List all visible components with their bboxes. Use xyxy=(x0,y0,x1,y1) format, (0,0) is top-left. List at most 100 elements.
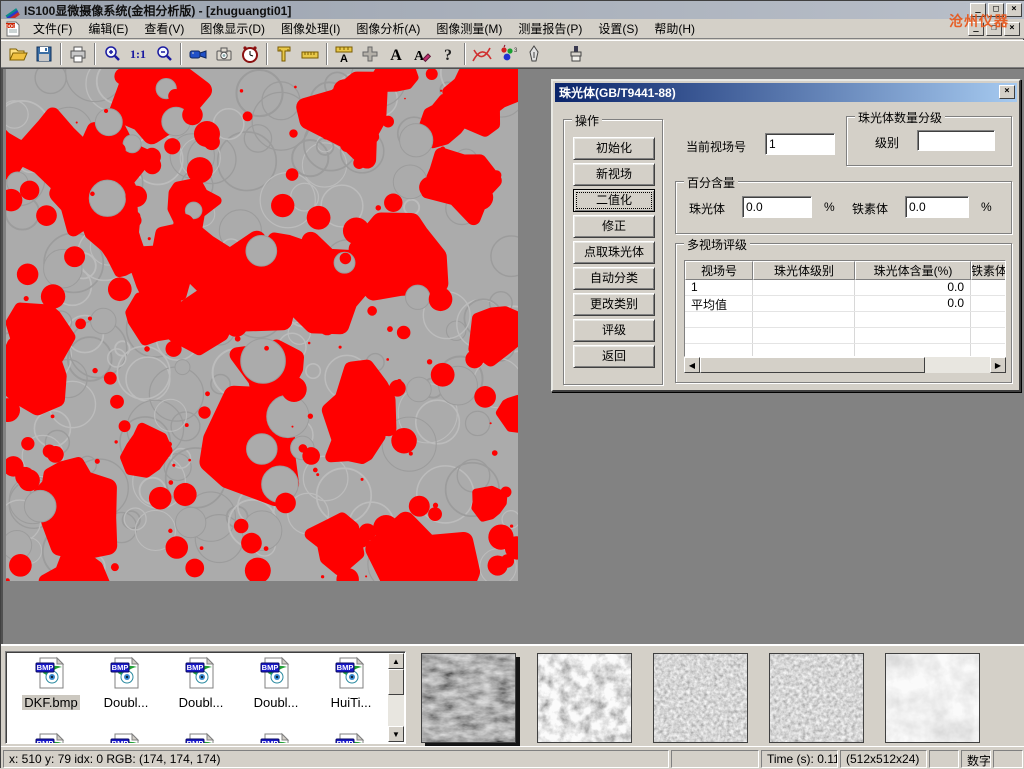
toolbar-separator xyxy=(464,43,466,65)
status-mode: 数字 xyxy=(961,750,991,768)
pearlite-label: 珠光体 xyxy=(689,200,725,217)
menu-help[interactable]: 帮助(H) xyxy=(646,18,703,39)
thumbnail[interactable] xyxy=(653,653,748,743)
dialog-title: 珠光体(GB/T9441-88) xyxy=(559,84,676,101)
window-title: IS100显微摄像系统(金相分析版) - [zhuguangti01] xyxy=(24,2,291,19)
scrollbar-thumb[interactable] xyxy=(388,669,404,695)
file-browser-panel: BMPDKF.bmp BMPDoubl... BMPDoubl... BMPDo… xyxy=(1,644,1024,746)
menu-file[interactable]: 文件(F) xyxy=(25,18,80,39)
current-field-input[interactable] xyxy=(765,133,835,155)
percent-group: 百分含量 珠光体 % 铁素体 % xyxy=(675,181,1012,234)
return-button[interactable]: 返回 xyxy=(573,345,655,368)
classify-particles-icon[interactable]: 3 xyxy=(495,42,521,66)
dialog-close-icon[interactable]: × xyxy=(999,85,1015,99)
actual-size-icon[interactable]: 1:1 xyxy=(125,42,151,66)
new-field-button[interactable]: 新视场 xyxy=(573,163,655,186)
dialog-title-bar[interactable]: 珠光体(GB/T9441-88) xyxy=(555,83,1017,102)
caliper-icon[interactable] xyxy=(271,42,297,66)
file-item[interactable]: BMP xyxy=(15,732,87,744)
svg-text:BMP: BMP xyxy=(337,663,354,672)
print-icon[interactable] xyxy=(65,42,91,66)
menu-image-display[interactable]: 图像显示(D) xyxy=(192,18,273,39)
annotate-icon[interactable]: A xyxy=(409,42,435,66)
rate-button[interactable]: 评级 xyxy=(573,319,655,342)
status-bar: x: 510 y: 79 idx: 0 RGB: (174, 174, 174)… xyxy=(1,746,1024,769)
file-item[interactable]: BMP xyxy=(90,732,162,744)
ruler-icon[interactable] xyxy=(297,42,323,66)
pearlite-value-input[interactable] xyxy=(742,196,812,218)
curve-tool-icon[interactable] xyxy=(469,42,495,66)
thumbnail[interactable] xyxy=(885,653,980,743)
file-list[interactable]: BMPDKF.bmp BMPDoubl... BMPDoubl... BMPDo… xyxy=(5,651,406,744)
rating-group-label: 多视场评级 xyxy=(684,236,750,253)
ferrite-percent-sign: % xyxy=(981,200,992,214)
capture-camera-icon[interactable] xyxy=(211,42,237,66)
timer-icon[interactable] xyxy=(237,42,263,66)
scrollbar-thumb[interactable] xyxy=(700,357,925,373)
auto-classify-button[interactable]: 自动分类 xyxy=(573,267,655,290)
title-bar[interactable]: IS100显微摄像系统(金相分析版) - [zhuguangti01] _ □ … xyxy=(1,1,1024,19)
svg-text:A: A xyxy=(340,53,348,64)
zoom-out-icon[interactable] xyxy=(151,42,177,66)
level-input[interactable] xyxy=(917,130,995,151)
table-horizontal-scrollbar[interactable]: ◀ ▶ xyxy=(684,357,1006,373)
grid-icon[interactable] xyxy=(357,42,383,66)
toolbar: 1:1 A A A ? 3 xyxy=(1,40,1024,68)
menu-image-analysis[interactable]: 图像分析(A) xyxy=(348,18,428,39)
file-item[interactable]: BMP xyxy=(315,732,387,744)
menu-report[interactable]: 测量报告(P) xyxy=(510,18,590,39)
file-item[interactable]: BMPDoubl... xyxy=(165,656,237,710)
file-item[interactable]: BMPDKF.bmp xyxy=(15,656,87,710)
menu-image-measure[interactable]: 图像测量(M) xyxy=(428,18,510,39)
save-icon[interactable] xyxy=(31,42,57,66)
scroll-right-icon[interactable]: ▶ xyxy=(990,357,1006,373)
ferrite-value-input[interactable] xyxy=(905,196,969,218)
toolbar-separator xyxy=(550,43,560,65)
pick-pearlite-button[interactable]: 点取珠光体 xyxy=(573,241,655,264)
micrograph-image[interactable] xyxy=(6,69,518,581)
scroll-up-icon[interactable]: ▲ xyxy=(388,653,404,669)
thumbnail[interactable] xyxy=(537,653,632,743)
binarize-button[interactable]: 二值化 xyxy=(573,189,655,212)
pen-tool-icon[interactable] xyxy=(521,42,547,66)
measure-text-icon[interactable]: A xyxy=(331,42,357,66)
help-icon[interactable]: ? xyxy=(435,42,461,66)
brush-tool-icon[interactable] xyxy=(563,42,589,66)
operation-group: 操作 初始化 新视场 二值化 修正 点取珠光体 自动分类 更改类别 评级 返回 xyxy=(563,119,663,385)
change-class-button[interactable]: 更改类别 xyxy=(573,293,655,316)
video-camera-icon[interactable] xyxy=(185,42,211,66)
initialize-button[interactable]: 初始化 xyxy=(573,137,655,160)
file-list-scrollbar[interactable]: ▲ ▼ xyxy=(388,653,404,742)
menu-view[interactable]: 查看(V) xyxy=(136,18,192,39)
rating-table[interactable]: 视场号 珠光体级别 珠光体含量(%) 铁素体 1 0.0 平均值 xyxy=(684,260,1006,357)
svg-text:BMP: BMP xyxy=(187,663,204,672)
status-empty xyxy=(929,750,959,768)
svg-text:A: A xyxy=(414,49,425,64)
menu-settings[interactable]: 设置(S) xyxy=(590,18,646,39)
document-icon[interactable]: DOC xyxy=(5,21,21,37)
file-item[interactable]: BMPDoubl... xyxy=(240,656,312,710)
thumbnail[interactable] xyxy=(769,653,864,743)
current-field-label: 当前视场号 xyxy=(686,138,746,155)
scroll-down-icon[interactable]: ▼ xyxy=(388,726,404,742)
svg-text:BMP: BMP xyxy=(37,739,54,744)
svg-text:?: ? xyxy=(444,47,452,64)
table-row[interactable]: 平均值 0.0 xyxy=(685,296,1005,312)
col-ferrite: 铁素体 xyxy=(971,261,1006,280)
menu-image-processing[interactable]: 图像处理(I) xyxy=(273,18,348,39)
file-item[interactable]: BMPDoubl... xyxy=(90,656,162,710)
file-item[interactable]: BMP xyxy=(240,732,312,744)
zoom-in-icon[interactable] xyxy=(99,42,125,66)
table-row[interactable]: 1 0.0 xyxy=(685,280,1005,296)
scroll-left-icon[interactable]: ◀ xyxy=(684,357,700,373)
file-item[interactable]: BMP xyxy=(165,732,237,744)
file-item[interactable]: BMPHuiTi... xyxy=(315,656,387,710)
menu-edit[interactable]: 编辑(E) xyxy=(80,18,136,39)
correct-button[interactable]: 修正 xyxy=(573,215,655,238)
open-icon[interactable] xyxy=(5,42,31,66)
svg-text:BMP: BMP xyxy=(37,663,54,672)
thumbnail[interactable] xyxy=(421,653,516,743)
text-icon[interactable]: A xyxy=(383,42,409,66)
table-row-empty xyxy=(685,328,1005,344)
svg-text:3: 3 xyxy=(514,48,518,54)
